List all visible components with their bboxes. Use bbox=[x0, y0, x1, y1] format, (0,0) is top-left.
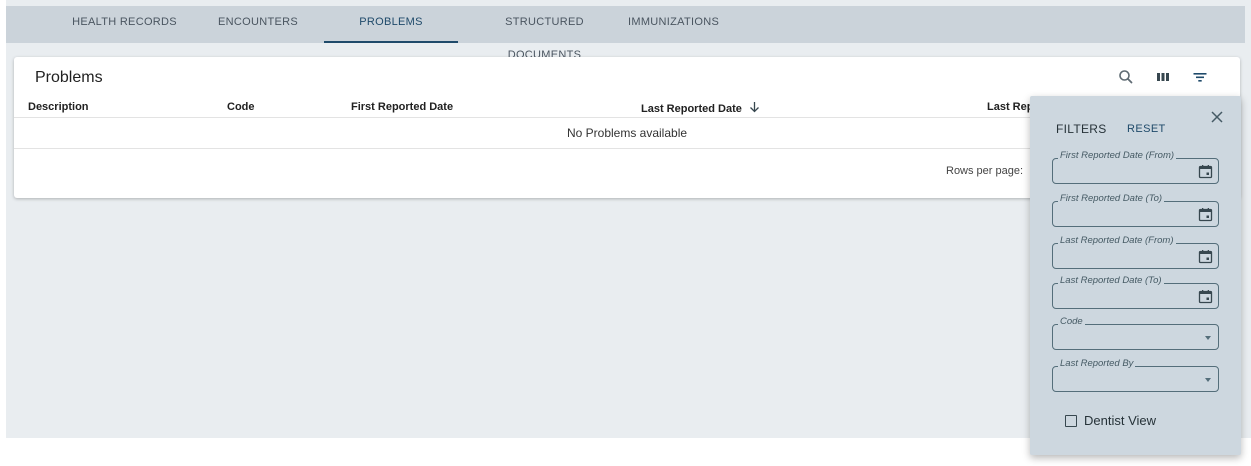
column-header-code[interactable]: Code bbox=[227, 101, 255, 113]
filter-icon[interactable] bbox=[1190, 67, 1210, 87]
sort-descending-icon bbox=[749, 102, 759, 113]
field-label: First Reported Date (From) bbox=[1058, 150, 1177, 161]
view-columns-icon[interactable] bbox=[1153, 67, 1173, 87]
column-header-label: Last Reported Date bbox=[641, 103, 742, 115]
search-icon[interactable] bbox=[1116, 67, 1136, 87]
calendar-icon[interactable] bbox=[1198, 249, 1213, 264]
page-title: Problems bbox=[35, 69, 103, 86]
first-reported-date-to-field[interactable]: First Reported Date (To) bbox=[1052, 193, 1219, 227]
reset-button[interactable]: RESET bbox=[1127, 123, 1166, 135]
tab-encounters[interactable]: ENCOUNTERS bbox=[204, 6, 312, 43]
code-select[interactable]: Code bbox=[1052, 316, 1219, 350]
dentist-view-label: Dentist View bbox=[1084, 413, 1157, 428]
rows-per-page-label: Rows per page: bbox=[946, 165, 1024, 177]
field-label: Last Reported By bbox=[1058, 358, 1136, 369]
tab-structured-documents[interactable]: STRUCTURED DOCUMENTS bbox=[473, 6, 616, 61]
dentist-view-checkbox[interactable] bbox=[1065, 415, 1077, 427]
tab-bar: HEALTH RECORDS ENCOUNTERS PROBLEMS STRUC… bbox=[6, 6, 1245, 61]
calendar-icon[interactable] bbox=[1198, 289, 1213, 304]
field-label: Last Reported Date (From) bbox=[1058, 235, 1176, 246]
field-label: Code bbox=[1058, 316, 1085, 327]
dropdown-arrow-icon[interactable] bbox=[1205, 336, 1211, 340]
last-reported-by-select[interactable]: Last Reported By bbox=[1052, 358, 1219, 392]
field-label: Last Reported Date (To) bbox=[1058, 275, 1164, 286]
column-header-last-reported-by[interactable]: Last Rep bbox=[987, 101, 1033, 113]
tab-health-records[interactable]: HEALTH RECORDS bbox=[68, 6, 181, 43]
first-reported-date-from-field[interactable]: First Reported Date (From) bbox=[1052, 150, 1219, 184]
tab-problems[interactable]: PROBLEMS bbox=[324, 6, 458, 43]
filters-panel: FILTERS RESET First Reported Date (From)… bbox=[1030, 96, 1241, 455]
last-reported-date-from-field[interactable]: Last Reported Date (From) bbox=[1052, 235, 1219, 269]
dropdown-arrow-icon[interactable] bbox=[1205, 378, 1211, 382]
last-reported-date-to-field[interactable]: Last Reported Date (To) bbox=[1052, 275, 1219, 309]
column-header-last-reported-date[interactable]: Last Reported Date bbox=[641, 101, 760, 115]
calendar-icon[interactable] bbox=[1198, 164, 1213, 179]
tab-immunizations[interactable]: IMMUNIZATIONS bbox=[628, 6, 719, 43]
column-header-description[interactable]: Description bbox=[28, 101, 89, 113]
filters-title: FILTERS bbox=[1056, 122, 1107, 136]
column-header-first-reported-date[interactable]: First Reported Date bbox=[351, 101, 453, 113]
calendar-icon[interactable] bbox=[1198, 207, 1213, 222]
close-icon[interactable] bbox=[1209, 109, 1225, 125]
field-label: First Reported Date (To) bbox=[1058, 193, 1165, 204]
